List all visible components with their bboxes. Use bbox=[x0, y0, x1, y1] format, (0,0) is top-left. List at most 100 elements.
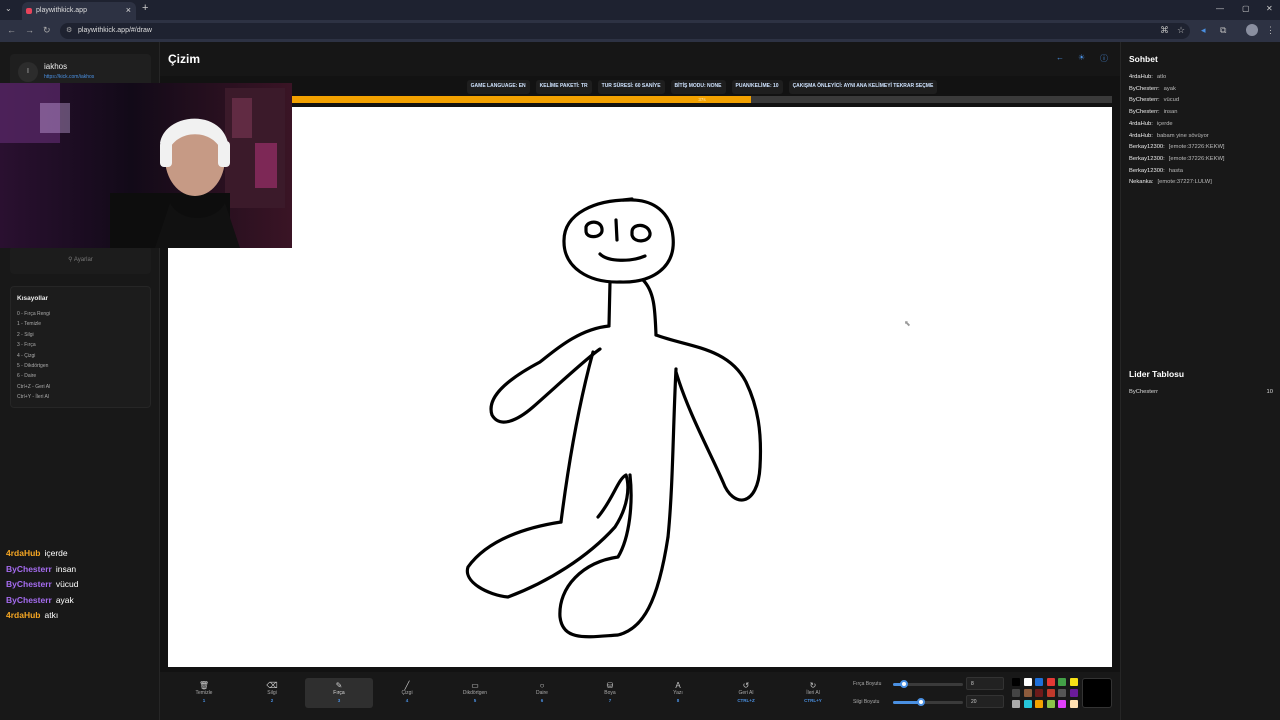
tool-text-button[interactable]: A Yazı 8 bbox=[644, 678, 712, 708]
current-color-preview[interactable] bbox=[1082, 678, 1112, 708]
url-text: playwithkick.app/#/draw bbox=[78, 27, 152, 34]
bookmark-star-icon[interactable]: ☆ bbox=[1177, 25, 1185, 36]
color-swatch[interactable] bbox=[1023, 678, 1032, 686]
tool-line-button[interactable]: ╱ Çizgi 4 bbox=[373, 678, 441, 708]
browser-menu-icon[interactable]: ⋮ bbox=[1266, 25, 1275, 36]
info-chip: BİTİŞ MODU: NONE bbox=[670, 80, 726, 94]
color-swatch[interactable] bbox=[1046, 700, 1055, 708]
color-swatch[interactable] bbox=[1058, 689, 1066, 697]
shortcut-item: Ctrl+Z - Geri Al bbox=[17, 383, 51, 390]
color-swatch[interactable] bbox=[1069, 700, 1078, 708]
color-swatch[interactable] bbox=[1023, 700, 1032, 708]
color-swatch[interactable] bbox=[1035, 678, 1043, 686]
tool-brush-button[interactable]: ✎ Fırça 3 bbox=[305, 678, 373, 708]
tool-label: Silgi bbox=[267, 690, 277, 696]
maximize-icon[interactable]: ▢ bbox=[1242, 4, 1250, 13]
extensions-puzzle-icon[interactable]: ⧉ bbox=[1220, 25, 1226, 36]
tool-circle-button[interactable]: ○ Daire 6 bbox=[508, 678, 576, 708]
color-swatch[interactable] bbox=[1069, 678, 1078, 686]
chat-user: 4rdaHub: bbox=[1129, 132, 1153, 139]
minimize-icon[interactable]: — bbox=[1216, 4, 1224, 13]
brush-size-slider[interactable] bbox=[893, 680, 963, 688]
tool-shortcut-badge: 5 bbox=[473, 698, 477, 703]
eraser-size-input[interactable]: 20 bbox=[966, 695, 1004, 708]
brush-size-thumb[interactable] bbox=[899, 680, 908, 688]
eraser-size-thumb[interactable] bbox=[917, 698, 925, 706]
shortcut-item: Ctrl+Y - İleri Al bbox=[17, 394, 49, 401]
round-timer-bar: 37s bbox=[292, 96, 1112, 103]
stream-chat-text: içerde bbox=[44, 548, 68, 558]
address-bar[interactable]: ⚙ playwithkick.app/#/draw bbox=[60, 23, 1190, 39]
shortcut-item: 0 - Fırça Rengi bbox=[17, 311, 51, 317]
line-icon: ╱ bbox=[404, 681, 410, 690]
tool-eraser-button[interactable]: ⌫ Silgi 2 bbox=[238, 678, 306, 708]
back-arrow-icon[interactable]: ← bbox=[1056, 53, 1064, 62]
tool-shortcut-badge: CTRL+Y bbox=[804, 698, 822, 703]
color-swatch[interactable] bbox=[1035, 689, 1043, 697]
new-tab-icon[interactable]: + bbox=[142, 2, 148, 14]
mouth-stroke bbox=[598, 252, 647, 262]
chat-text: vücud bbox=[1163, 97, 1180, 104]
left-eye-stroke bbox=[584, 220, 604, 239]
brush-size-input[interactable]: 8 bbox=[966, 677, 1004, 690]
color-swatch[interactable] bbox=[1058, 700, 1066, 708]
window-close-icon[interactable]: ✕ bbox=[1266, 4, 1273, 13]
streamer-video bbox=[0, 83, 292, 248]
right-eye-stroke bbox=[630, 223, 652, 243]
stream-chat-line: 4rdaHub içerde bbox=[6, 546, 79, 562]
color-swatch[interactable] bbox=[1023, 689, 1032, 697]
stream-chat-text: atkı bbox=[44, 610, 59, 620]
stream-chat-line: 4rdaHub atkı bbox=[6, 608, 79, 624]
stream-chat-user: ByChesterr bbox=[6, 594, 52, 605]
info-chip: KELİME PAKETİ: TR bbox=[535, 80, 592, 94]
extension-icon[interactable]: ◂ bbox=[1201, 25, 1206, 36]
info-chip: PUAN/KELİME: 10 bbox=[731, 80, 783, 94]
site-info-icon[interactable]: ⚙ bbox=[66, 26, 72, 34]
stream-chat-line: ByChesterr ayak bbox=[6, 593, 79, 609]
info-icon[interactable]: ⓘ bbox=[1100, 53, 1108, 64]
text-icon: A bbox=[675, 681, 681, 690]
chat-message: ByChesterr: vücud bbox=[1129, 95, 1277, 107]
color-swatch[interactable] bbox=[1058, 678, 1066, 686]
color-swatch[interactable] bbox=[1035, 700, 1043, 708]
color-swatch[interactable] bbox=[1012, 700, 1020, 708]
tool-shortcut-badge: 4 bbox=[405, 698, 409, 703]
shortcuts-panel: Kısayollar 0 - Fırça Rengi 1 - Temizle 2… bbox=[10, 286, 151, 408]
stream-chat-user: ByChesterr bbox=[6, 563, 52, 574]
chat-title: Sohbet bbox=[1129, 54, 1158, 64]
page-title: Çizim bbox=[168, 52, 201, 66]
settings-button[interactable]: ⚲ Ayarlar bbox=[10, 246, 151, 274]
close-tab-icon[interactable]: × bbox=[126, 5, 131, 15]
neck-left-stroke bbox=[607, 280, 612, 327]
color-swatch[interactable] bbox=[1046, 678, 1055, 686]
color-swatch[interactable] bbox=[1069, 689, 1078, 697]
tool-rectangle-button[interactable]: ▭ Dikdörtgen 5 bbox=[441, 678, 509, 708]
user-channel-link[interactable]: https://kick.com/iakhos bbox=[44, 74, 94, 80]
tool-shortcut-badge: CTRL+Z bbox=[737, 698, 755, 703]
undo-button[interactable]: ↺ Geri Al CTRL+Z bbox=[712, 678, 780, 708]
back-icon[interactable]: ← bbox=[7, 25, 16, 35]
tool-clear-button[interactable]: 🗑 Temizle 1 bbox=[170, 678, 238, 708]
chat-text: insan bbox=[1163, 109, 1178, 116]
redo-button[interactable]: ↻ İleri Al CTRL+Y bbox=[779, 678, 847, 708]
theme-toggle-icon[interactable]: ☀ bbox=[1078, 53, 1085, 62]
torso-right-stroke bbox=[666, 367, 678, 539]
chat-text: içerde bbox=[1156, 120, 1173, 127]
translate-icon[interactable]: ⌘ bbox=[1160, 25, 1169, 36]
chat-text: [emote:37227:LULW] bbox=[1157, 179, 1212, 186]
color-swatch[interactable] bbox=[1012, 678, 1020, 686]
forward-icon[interactable]: → bbox=[25, 25, 34, 35]
chat-message-list: 4rdaHub: atlo ByChesterr: ayak ByChesterr:… bbox=[1129, 72, 1277, 189]
browser-tab-strip: ⌄ playwithkick.app × + — ▢ ✕ bbox=[0, 0, 1280, 20]
chat-user: ByChesterr: bbox=[1129, 109, 1160, 116]
tool-fill-button[interactable]: ⛁ Boya 7 bbox=[576, 678, 644, 708]
color-swatch[interactable] bbox=[1012, 689, 1020, 697]
eraser-size-slider[interactable] bbox=[893, 698, 963, 706]
shortcut-item: 5 - Dikdörtgen bbox=[17, 363, 49, 370]
reload-icon[interactable]: ↻ bbox=[43, 25, 51, 36]
browser-tab[interactable]: playwithkick.app × bbox=[22, 2, 136, 20]
profile-avatar[interactable] bbox=[1246, 24, 1258, 36]
drawing-canvas[interactable]: ⬉ bbox=[168, 107, 1112, 667]
tab-list-icon[interactable]: ⌄ bbox=[5, 4, 15, 14]
color-swatch[interactable] bbox=[1046, 689, 1055, 697]
